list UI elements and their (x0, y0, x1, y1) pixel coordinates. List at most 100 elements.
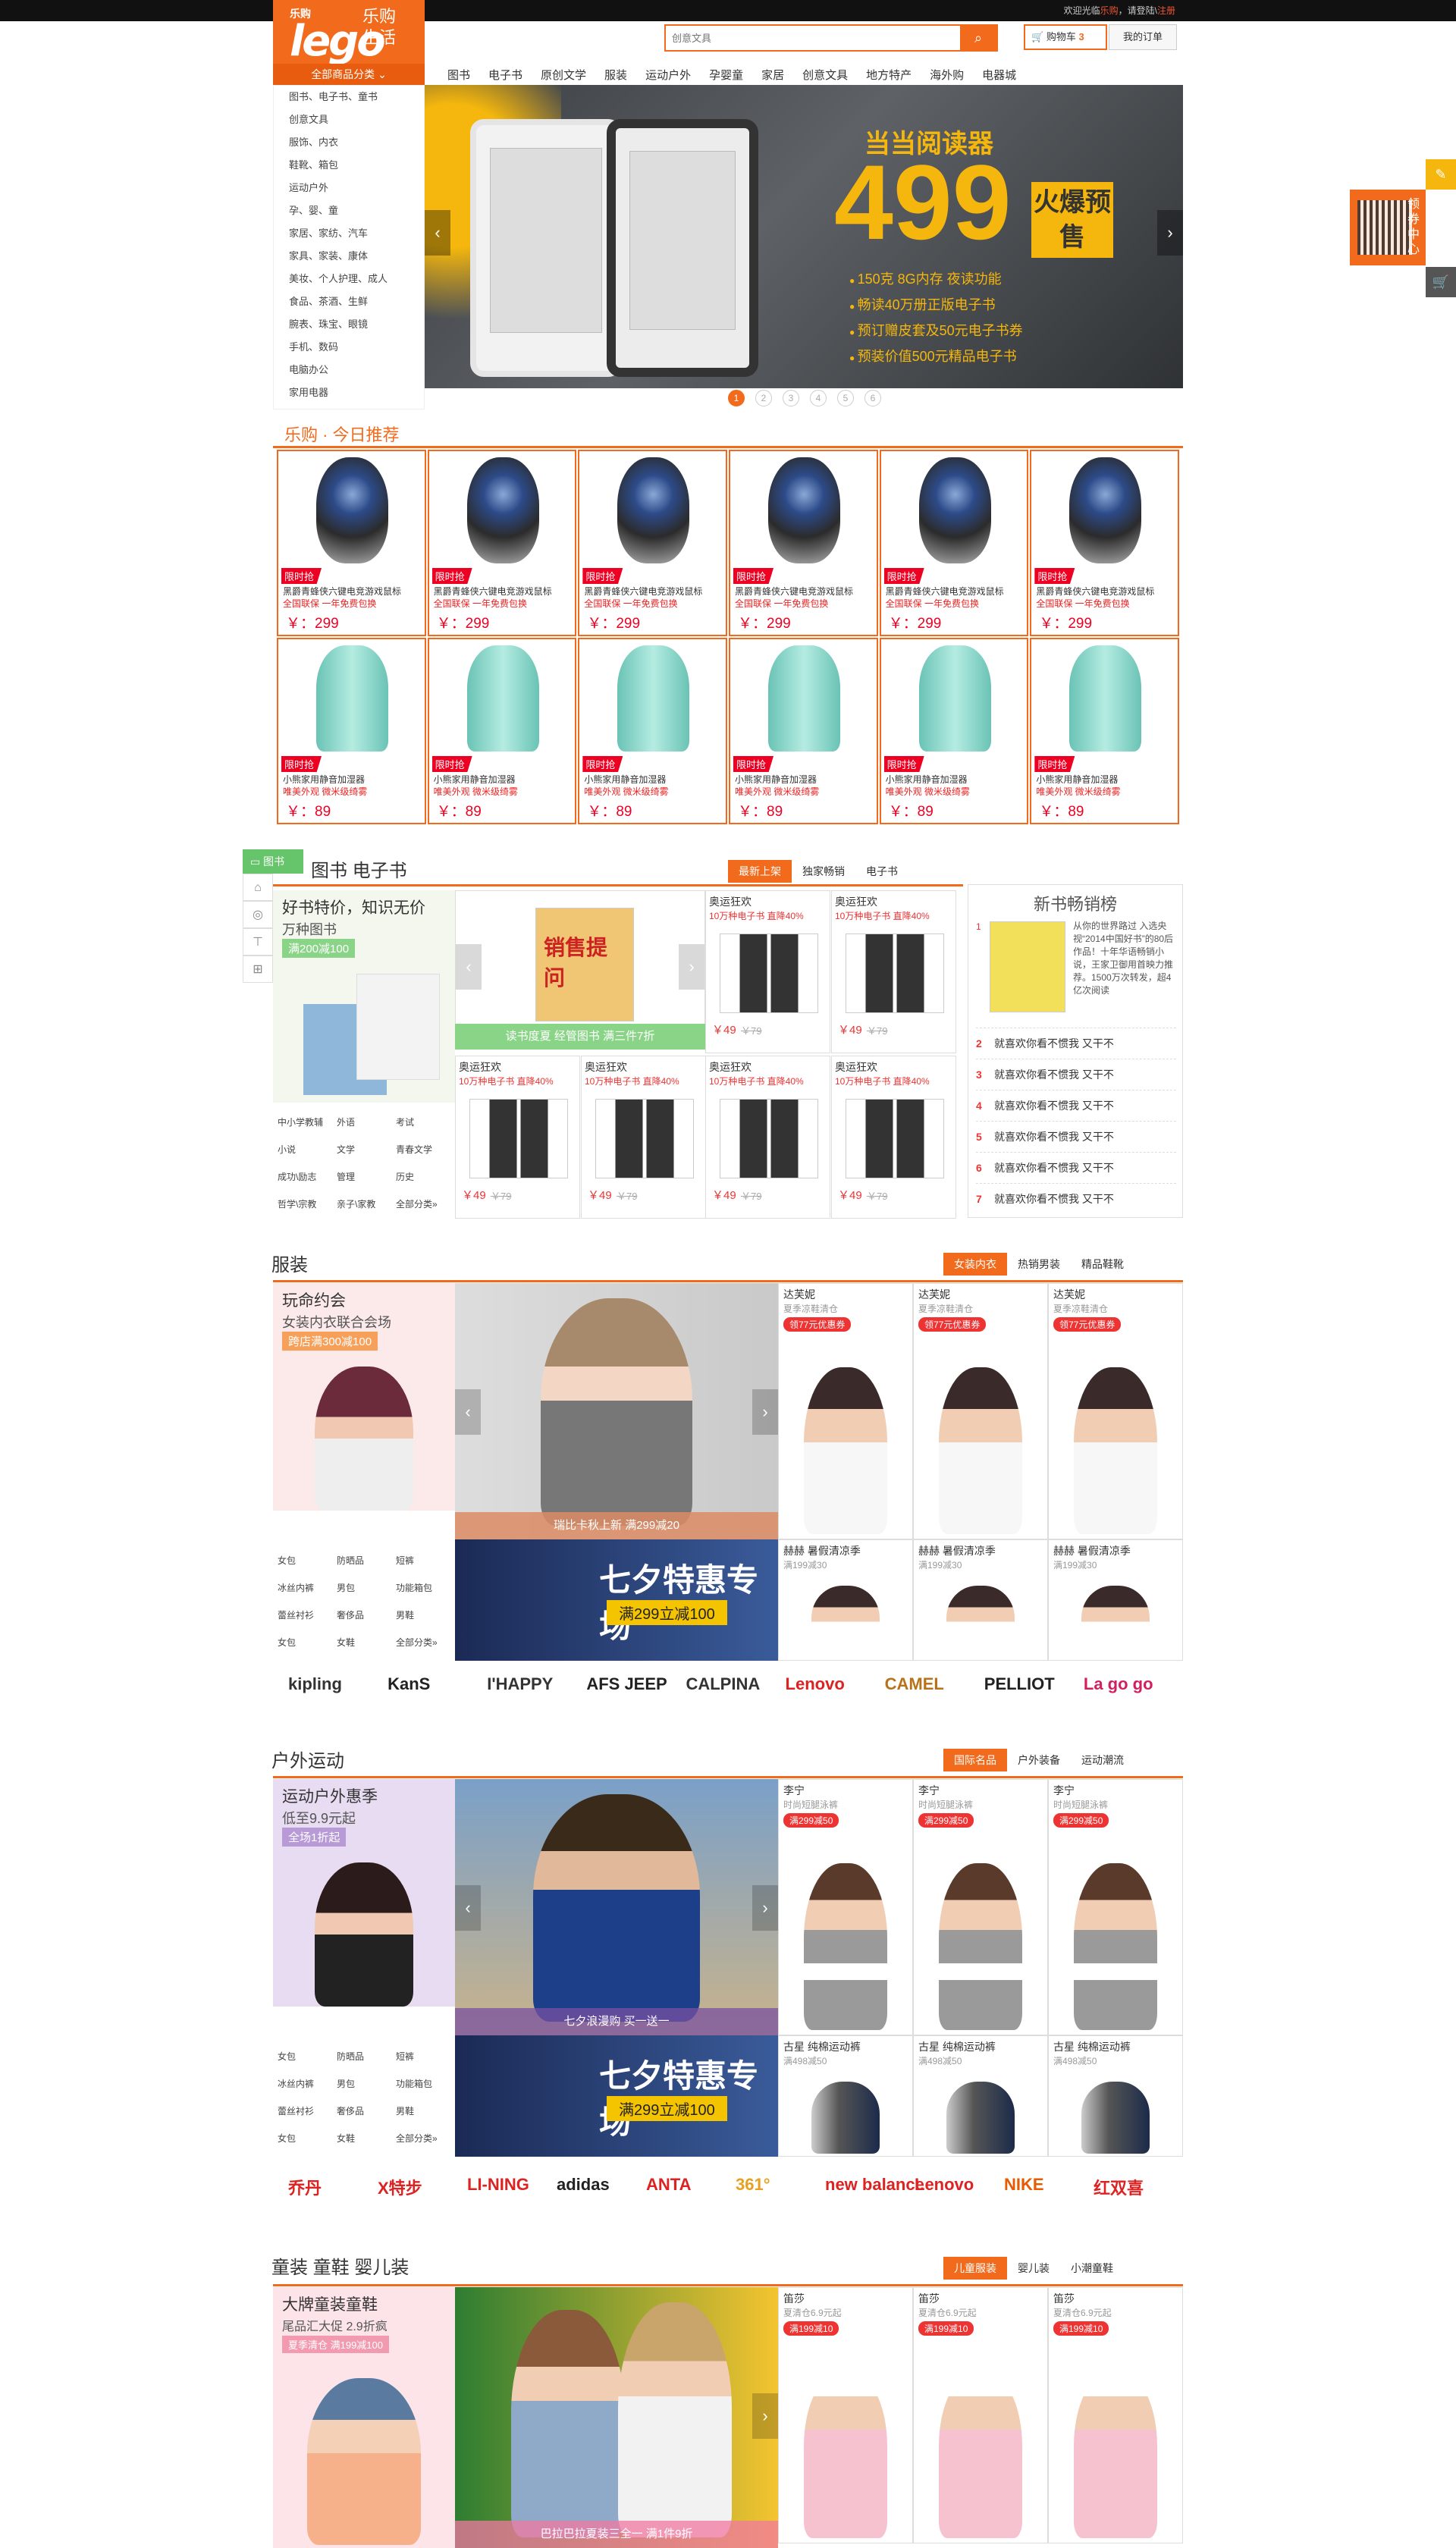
carousel-next-arrow[interactable]: › (679, 944, 704, 990)
fashion-carousel[interactable]: ‹ › 瑞比卡秋上新 满299减20 (455, 1283, 778, 1539)
tab-kids-clothing[interactable]: 儿童服装 (943, 2257, 1007, 2280)
nav-item[interactable]: 家居 (761, 69, 784, 82)
carousel-prev-arrow[interactable]: ‹ (455, 1885, 481, 1931)
cart-float-icon[interactable]: 🛒 (1426, 267, 1456, 297)
all-categories-button[interactable]: 全部商品分类 ⌄ (273, 64, 425, 85)
nav-item[interactable]: 海外购 (930, 69, 964, 82)
brand-name[interactable]: 李宁 (783, 1783, 805, 1798)
category-link[interactable]: 奢侈品 (335, 2098, 394, 2125)
ball-icon[interactable]: ◎ (243, 901, 273, 928)
nav-item[interactable]: 孕婴童 (709, 69, 743, 82)
product-cell[interactable]: 李宁 时尚短腿泳裤 满299减50 (1048, 1779, 1183, 2035)
product-name[interactable]: 小熊家用静音加湿器 (584, 773, 726, 786)
carousel-prev-arrow[interactable]: ‹ (456, 944, 482, 990)
brand-logo[interactable]: kipling (288, 1674, 342, 1694)
rank-row[interactable]: 6 就喜欢你看不惯我 又干不 (976, 1152, 1176, 1182)
category-link[interactable]: 短裤 (394, 2043, 453, 2070)
product-name[interactable]: 小熊家用静音加湿器 (886, 773, 1028, 786)
category-link[interactable]: 全部分类» (394, 1191, 453, 1218)
product-card[interactable]: 限时抢 黑爵青蜂侠六键电竞游戏鼠标 全国联保 一年免费包换 ￥：299 (578, 450, 727, 636)
outdoor-carousel[interactable]: ‹ › 七夕浪漫购 买一送一 (455, 1779, 778, 2035)
category-link[interactable]: 男鞋 (394, 2098, 453, 2125)
category-item[interactable]: 图书、电子书、童书 (274, 86, 424, 108)
coupon-badge[interactable]: 领77元优惠券 (1053, 1317, 1122, 1332)
nav-item[interactable]: 原创文学 (541, 69, 586, 82)
book-card[interactable]: 奥运狂欢 10万种电子书 直降40% ￥49 ￥79 (705, 1056, 830, 1219)
brand-name[interactable]: 古星 纯棉运动裤 (1053, 2039, 1131, 2054)
product-name[interactable]: 黑爵青蜂侠六键电竞游戏鼠标 (283, 585, 425, 598)
coupon-badge[interactable]: 领77元优惠券 (783, 1317, 852, 1332)
tab-intl[interactable]: 国际名品 (943, 1749, 1007, 1771)
rank-title[interactable]: 就喜欢你看不惯我 又干不 (994, 1162, 1114, 1174)
banner-dot[interactable]: 1 (728, 390, 745, 406)
book-card[interactable]: 奥运狂欢 10万种电子书 直降40% ￥49 ￥79 (455, 1056, 580, 1219)
brand-name[interactable]: 笛莎 (783, 2291, 805, 2306)
category-link[interactable]: 女包 (276, 1547, 335, 1574)
product-cell[interactable]: 赫赫 暑假清凉季 满199减30 (778, 1539, 913, 1661)
brand-logo[interactable]: Lenovo (786, 1674, 845, 1694)
search-button[interactable]: ⌕ (960, 26, 996, 50)
brand-logo[interactable]: 红双喜 (1094, 2175, 1144, 2199)
category-link[interactable]: 全部分类» (394, 1629, 453, 1656)
carousel-next-arrow[interactable]: › (752, 1885, 778, 1931)
nav-item[interactable]: 运动户外 (645, 69, 691, 82)
product-name[interactable]: 小熊家用静音加湿器 (1036, 773, 1178, 786)
brand-name[interactable]: 李宁 (1053, 1783, 1075, 1798)
nav-item[interactable]: 电子书 (488, 69, 522, 82)
product-cell[interactable]: 笛莎 夏清仓6.9元起 满199减10 (913, 2287, 1048, 2543)
category-link[interactable]: 男鞋 (394, 1602, 453, 1629)
banner-next-arrow[interactable]: › (1157, 210, 1183, 256)
category-item[interactable]: 运动户外 (274, 177, 424, 199)
product-name[interactable]: 黑爵青蜂侠六键电竞游戏鼠标 (735, 585, 877, 598)
tab-ebooks[interactable]: 电子书 (855, 860, 908, 883)
kids-promo[interactable]: 大牌童装童鞋 尾品汇大促 2.9折疯 夏季清仓 满199减100 (273, 2287, 455, 2548)
category-link[interactable]: 蕾丝衬衫 (276, 2098, 335, 2125)
category-link[interactable]: 小说 (276, 1136, 335, 1163)
brand-name[interactable]: 李宁 (918, 1783, 940, 1798)
category-link[interactable]: 亲子\家教 (335, 1191, 394, 1218)
brand-name[interactable]: 赫赫 暑假清凉季 (783, 1543, 861, 1558)
rank-title[interactable]: 就喜欢你看不惯我 又干不 (994, 1193, 1114, 1205)
category-link[interactable]: 功能箱包 (394, 1574, 453, 1602)
category-link[interactable]: 考试 (394, 1109, 453, 1136)
category-link[interactable]: 管理 (335, 1163, 394, 1191)
brand-name[interactable]: 达芙妮 (783, 1287, 815, 1302)
product-cell[interactable]: 笛莎 夏清仓6.9元起 满199减10 (1048, 2287, 1183, 2543)
product-cell[interactable]: 李宁 时尚短腿泳裤 满299减50 (778, 1779, 913, 2035)
product-cell[interactable]: 达芙妮 夏季凉鞋清仓 领77元优惠券 (913, 1283, 1048, 1539)
brand-logo[interactable]: KanS (388, 1674, 430, 1694)
coupon-badge[interactable]: 满199减10 (783, 2321, 839, 2336)
product-card[interactable]: 限时抢 小熊家用静音加湿器 唯美外观 微米级绮雾 ￥：89 (1030, 638, 1179, 824)
product-cell[interactable]: 达芙妮 夏季凉鞋清仓 领77元优惠券 (1048, 1283, 1183, 1539)
nav-item[interactable]: 地方特产 (866, 69, 912, 82)
tab-womens[interactable]: 女装内衣 (943, 1253, 1007, 1276)
brand-logo[interactable]: CALPINA (686, 1674, 760, 1694)
hero-banner[interactable]: 当当阅读器 499 火爆预售 150克 8G内存 夜读功能 畅读40万册正版电子… (425, 85, 1183, 388)
product-card[interactable]: 限时抢 小熊家用静音加湿器 唯美外观 微米级绮雾 ￥：89 (427, 638, 577, 824)
product-cell[interactable]: 李宁 时尚短腿泳裤 满299减50 (913, 1779, 1048, 2035)
product-card[interactable]: 限时抢 黑爵青蜂侠六键电竞游戏鼠标 全国联保 一年免费包换 ￥：299 (729, 450, 878, 636)
category-item[interactable]: 美妆、个人护理、成人 (274, 268, 424, 290)
coupon-badge[interactable]: 满299减50 (1053, 1813, 1109, 1828)
nav-item[interactable]: 电器城 (982, 69, 1016, 82)
category-link[interactable]: 男包 (335, 2070, 394, 2098)
category-link[interactable]: 冰丝内裤 (276, 2070, 335, 2098)
coupon-badge[interactable]: 领77元优惠券 (918, 1317, 987, 1332)
book-card[interactable]: 奥运狂欢 10万种电子书 直降40% ￥49 ￥79 (831, 1056, 956, 1219)
rank-row[interactable]: 3 就喜欢你看不惯我 又干不 (976, 1059, 1176, 1089)
tab-gear[interactable]: 户外装备 (1007, 1749, 1071, 1771)
register-link[interactable]: 注册 (1157, 5, 1175, 16)
tab-newest[interactable]: 最新上架 (728, 860, 792, 883)
product-card[interactable]: 限时抢 黑爵青蜂侠六键电竞游戏鼠标 全国联保 一年免费包换 ￥：299 (1030, 450, 1179, 636)
rank-row[interactable]: 7 就喜欢你看不惯我 又干不 (976, 1183, 1176, 1213)
rank-row[interactable]: 4 就喜欢你看不惯我 又干不 (976, 1090, 1176, 1120)
rank-title[interactable]: 就喜欢你看不惯我 又干不 (994, 1100, 1114, 1112)
category-link[interactable]: 女鞋 (335, 2125, 394, 2152)
book-cover-image[interactable] (990, 921, 1065, 1012)
floor-nav-books[interactable]: ▭ 图书 (243, 849, 303, 874)
banner-dot[interactable]: 6 (864, 390, 881, 406)
brand-logo[interactable]: X特步 (378, 2175, 422, 2199)
category-link[interactable]: 女包 (276, 1629, 335, 1656)
category-link[interactable]: 外语 (335, 1109, 394, 1136)
kids-shirt-icon[interactable]: ⊤ (243, 928, 273, 956)
